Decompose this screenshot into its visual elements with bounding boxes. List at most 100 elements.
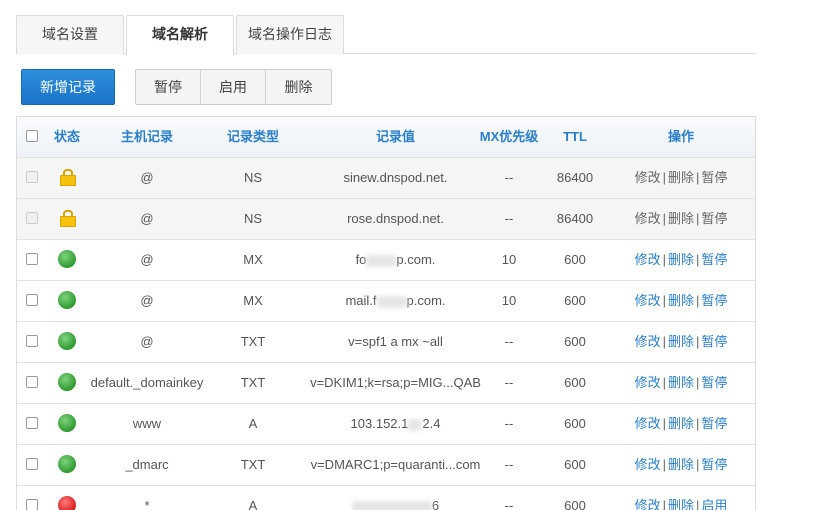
value-cell: v=DKIM1;k=rsa;p=MIG...QAB (299, 363, 492, 403)
type-cell: MX (243, 293, 263, 308)
select-all-checkbox[interactable] (26, 130, 38, 143)
ops-cell: 修改 | 删除 | 暂停 (631, 199, 731, 239)
ttl-cell: 600 (564, 498, 586, 510)
status-cell (47, 322, 87, 362)
host-cell: default._domainkey (90, 375, 204, 390)
delete-link[interactable]: 删除 (668, 416, 694, 431)
row-select-cell (17, 199, 47, 239)
row-select-cell (17, 445, 47, 485)
redacted-mask (376, 295, 407, 308)
separator: | (696, 252, 700, 267)
mx-cell: 10 (501, 252, 517, 267)
record-value-text: v=spf1 a mx ~all (348, 334, 443, 349)
row-checkbox[interactable] (26, 376, 38, 389)
mx-cell: -- (504, 170, 514, 185)
toggle-link[interactable]: 暂停 (701, 293, 727, 308)
type-cell: A (248, 416, 258, 431)
table-row: default._domainkey TXT v=DKIM1;k=rsa;p=MIG… (17, 363, 755, 404)
row-checkbox[interactable] (26, 458, 38, 471)
host-cell: @ (140, 170, 154, 185)
redacted-mask (351, 500, 432, 510)
value-cell: v=spf1 a mx ~all (299, 322, 492, 362)
host-cell: _dmarc (125, 457, 169, 472)
edit-link[interactable]: 修改 (635, 211, 661, 226)
edit-link[interactable]: 修改 (635, 252, 661, 267)
mx-cell: -- (504, 457, 514, 472)
row-select-cell (17, 281, 47, 321)
tab-dns-records[interactable]: 域名解析 (126, 15, 234, 55)
delete-link[interactable]: 删除 (668, 293, 694, 308)
edit-link[interactable]: 修改 (635, 170, 661, 185)
toggle-link[interactable]: 暂停 (701, 252, 727, 267)
separator: | (696, 293, 700, 308)
delete-link[interactable]: 删除 (668, 498, 694, 510)
value-cell: 6 (299, 486, 492, 510)
record-value-text: rose.dnspod.net. (347, 211, 444, 226)
record-value-prefix: fo (355, 252, 367, 267)
delete-link[interactable]: 删除 (668, 334, 694, 349)
ops-cell: 修改 | 删除 | 暂停 (631, 240, 731, 280)
row-checkbox[interactable] (26, 417, 38, 430)
status-cell (47, 486, 87, 510)
edit-link[interactable]: 修改 (635, 293, 661, 308)
mx-cell: -- (504, 498, 514, 510)
add-record-button[interactable]: 新增记录 (21, 69, 115, 105)
edit-link[interactable]: 修改 (635, 375, 661, 390)
toggle-link[interactable]: 暂停 (701, 334, 727, 349)
row-checkbox[interactable] (26, 499, 38, 510)
row-checkbox[interactable] (26, 335, 38, 348)
delete-button[interactable]: 删除 (266, 70, 331, 104)
toggle-link[interactable]: 暂停 (701, 416, 727, 431)
tab-operation-log[interactable]: 域名操作日志 (236, 15, 344, 54)
edit-link[interactable]: 修改 (635, 334, 661, 349)
delete-link[interactable]: 删除 (668, 457, 694, 472)
separator: | (662, 293, 666, 308)
status-cell (47, 363, 87, 403)
record-value-suffix: 2.4 (422, 416, 441, 431)
value-cell: v=DMARC1;p=quaranti...com (299, 445, 492, 485)
delete-link[interactable]: 删除 (668, 211, 694, 226)
edit-link[interactable]: 修改 (635, 416, 661, 431)
row-checkbox[interactable] (26, 294, 38, 307)
ttl-cell: 86400 (556, 211, 594, 226)
host-cell: @ (140, 334, 154, 349)
host-cell: @ (140, 252, 154, 267)
toggle-link[interactable]: 暂停 (701, 457, 727, 472)
toggle-link[interactable]: 暂停 (701, 375, 727, 390)
enable-button[interactable]: 启用 (201, 70, 266, 104)
row-checkbox[interactable] (26, 253, 38, 266)
tab-domain-settings[interactable]: 域名设置 (16, 15, 124, 54)
table-row: @ TXT v=spf1 a mx ~all -- 600 修改 | 删除 | 暂停 (17, 322, 755, 363)
ttl-cell: 600 (564, 375, 586, 390)
record-value-suffix: p.com. (396, 252, 436, 267)
status-cell (47, 445, 87, 485)
row-checkbox[interactable] (26, 171, 38, 184)
pause-button[interactable]: 暂停 (136, 70, 201, 104)
toggle-link[interactable]: 暂停 (701, 170, 727, 185)
records-table: 状态 主机记录 记录类型 记录值 MX优先级 TTL 操作 @ NS sinew.d… (16, 116, 756, 510)
table-header: 状态 主机记录 记录类型 记录值 MX优先级 TTL 操作 (17, 117, 755, 158)
tab-bar: 域名设置 域名解析 域名操作日志 (16, 15, 756, 55)
ttl-cell: 600 (564, 293, 586, 308)
ttl-cell: 86400 (556, 170, 594, 185)
delete-link[interactable]: 删除 (668, 170, 694, 185)
status-cell (47, 281, 87, 321)
status-cell (47, 404, 87, 444)
edit-link[interactable]: 修改 (635, 457, 661, 472)
host-cell: @ (140, 211, 154, 226)
edit-link[interactable]: 修改 (635, 498, 661, 510)
ops-cell: 修改 | 删除 | 暂停 (631, 363, 731, 403)
record-value-suffix: p.com. (406, 293, 446, 308)
row-checkbox[interactable] (26, 212, 38, 225)
separator: | (662, 457, 666, 472)
table-row: @ MX mail.f p.com. 10 600 修改 | 删除 | 暂停 (17, 281, 755, 322)
row-select-cell (17, 322, 47, 362)
toggle-link[interactable]: 启用 (701, 498, 727, 510)
row-select-cell (17, 363, 47, 403)
type-cell: TXT (240, 334, 266, 349)
toggle-link[interactable]: 暂停 (701, 211, 727, 226)
header-ops: 操作 (667, 129, 694, 144)
value-cell: 103.152.1 2.4 (299, 404, 492, 444)
delete-link[interactable]: 删除 (668, 375, 694, 390)
delete-link[interactable]: 删除 (668, 252, 694, 267)
